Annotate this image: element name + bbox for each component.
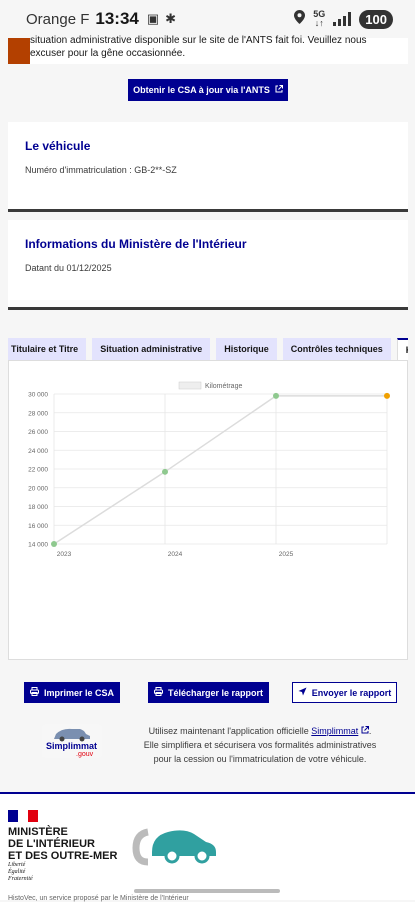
y-tick-label: 24 000	[28, 448, 48, 455]
download-report-button[interactable]: Télécharger le rapport	[148, 682, 269, 703]
mileage-chart: Kilométrage 30 000 28 000 26 000 24 000 22 00…	[28, 381, 390, 558]
tab-titulaire[interactable]: Titulaire et Titre	[8, 338, 87, 360]
x-tick-label: 2025	[279, 551, 294, 558]
send-report-button[interactable]: Envoyer le rapport	[292, 682, 397, 703]
vehicle-card: Le véhicule Numéro d'immatriculation : G…	[8, 122, 408, 212]
promo-text: Utilisez maintenant l'application offici…	[143, 726, 377, 764]
get-csa-label: Obtenir le CSA à jour via l'ANTS	[133, 85, 270, 95]
get-csa-button[interactable]: Obtenir le CSA à jour via l'ANTS	[128, 79, 288, 101]
footer: MINISTÈRE DE L'INTÉRIEUR ET DES OUTRE-ME…	[0, 792, 415, 900]
y-tick-label: 26 000	[28, 429, 48, 436]
print-csa-button[interactable]: Imprimer le CSA	[24, 682, 120, 703]
vehicle-title: Le véhicule	[25, 139, 91, 153]
y-tick-label: 28 000	[28, 410, 48, 417]
signal-icon	[333, 12, 352, 26]
screenshot-icon: ▣	[146, 11, 160, 26]
promo-line3: pour la cession ou l'immatriculation de …	[153, 754, 367, 764]
y-tick-label: 20 000	[28, 485, 48, 492]
location-icon	[294, 10, 306, 28]
mileage-panel: Kilométrage 30 000 28 000 26 000 24 000 22 00…	[8, 360, 408, 660]
external-link-icon	[361, 726, 369, 734]
legend-label: Kilométrage	[205, 383, 242, 390]
send-report-label: Envoyer le rapport	[311, 687, 392, 698]
y-tick-label: 16 000	[28, 523, 48, 530]
home-indicator[interactable]	[134, 889, 280, 893]
tab-controles-techniques[interactable]: Contrôles techniques	[282, 338, 391, 360]
action-bar: Imprimer le CSA Télécharger le rapport E…	[0, 682, 415, 704]
marianne-flag-logo	[8, 810, 38, 822]
promo-line2: Elle simplifiera et sécurisera vos forma…	[143, 740, 377, 750]
footer-small-text: HistoVec, un service proposé par le Mini…	[8, 895, 189, 902]
simplimmat-logo[interactable]: Simplimmat .gouv	[42, 724, 102, 758]
tab-historique[interactable]: Historique	[216, 338, 277, 360]
warning-notice: situation administrative disponible sur …	[8, 35, 408, 64]
simplimmat-link[interactable]: Simplimmat	[311, 726, 358, 736]
y-tick-label: 22 000	[28, 467, 48, 474]
external-link-icon	[275, 85, 283, 95]
tab-bar: Titulaire et Titre Situation administrat…	[8, 338, 408, 360]
ministry-info-title: Informations du Ministère de l'Intérieur	[25, 237, 247, 251]
logo-suffix: .gouv	[76, 751, 94, 758]
ministry-info-card: Informations du Ministère de l'Intérieur…	[8, 220, 408, 310]
simplimmat-promo: Simplimmat .gouv Utilisez maintenant l'a…	[0, 722, 415, 772]
data-point	[384, 392, 390, 399]
republic-motto: Liberté Égalité Fraternité	[8, 862, 33, 882]
download-report-label: Télécharger le rapport	[167, 687, 264, 698]
promo-line1: Utilisez maintenant l'application offici…	[148, 726, 312, 736]
data-point	[162, 468, 168, 475]
y-tick-label: 30 000	[28, 392, 48, 399]
notice-text: situation administrative disponible sur …	[30, 35, 367, 59]
clock: 13:34	[95, 9, 139, 28]
tab-situation-administrative[interactable]: Situation administrative	[92, 338, 211, 360]
battery-indicator: 100	[359, 9, 393, 29]
carrier-name: Orange F	[26, 10, 90, 28]
ministry-info-date: Datant du 01/12/2025	[25, 263, 112, 273]
plate-number: Numéro d'immatriculation : GB-2**-SZ	[25, 165, 177, 175]
logo-wordmark: Simplimmat	[46, 741, 97, 751]
accessibility-icon: ✱	[165, 11, 177, 26]
y-tick-label: 18 000	[28, 504, 48, 511]
ministry-name: MINISTÈRE DE L'INTÉRIEUR ET DES OUTRE-ME…	[8, 826, 118, 862]
tab-kilometrage[interactable]: Kilo	[396, 338, 408, 360]
printer-icon	[153, 687, 163, 698]
status-bar: Orange F 13:34 ▣ ✱ 5G ↓↑ 100	[0, 0, 415, 38]
histovec-car-logo	[132, 824, 222, 873]
legend-swatch	[178, 381, 202, 390]
y-tick-label: 14 000	[28, 542, 48, 549]
x-tick-label: 2024	[168, 551, 183, 558]
data-point	[51, 541, 57, 547]
x-tick-label: 2023	[57, 551, 72, 558]
send-icon	[298, 687, 307, 698]
network-type: 5G ↓↑	[313, 9, 326, 28]
printer-icon	[29, 687, 39, 698]
series-line	[53, 395, 387, 545]
print-csa-label: Imprimer le CSA	[43, 687, 115, 698]
data-point	[273, 392, 279, 399]
